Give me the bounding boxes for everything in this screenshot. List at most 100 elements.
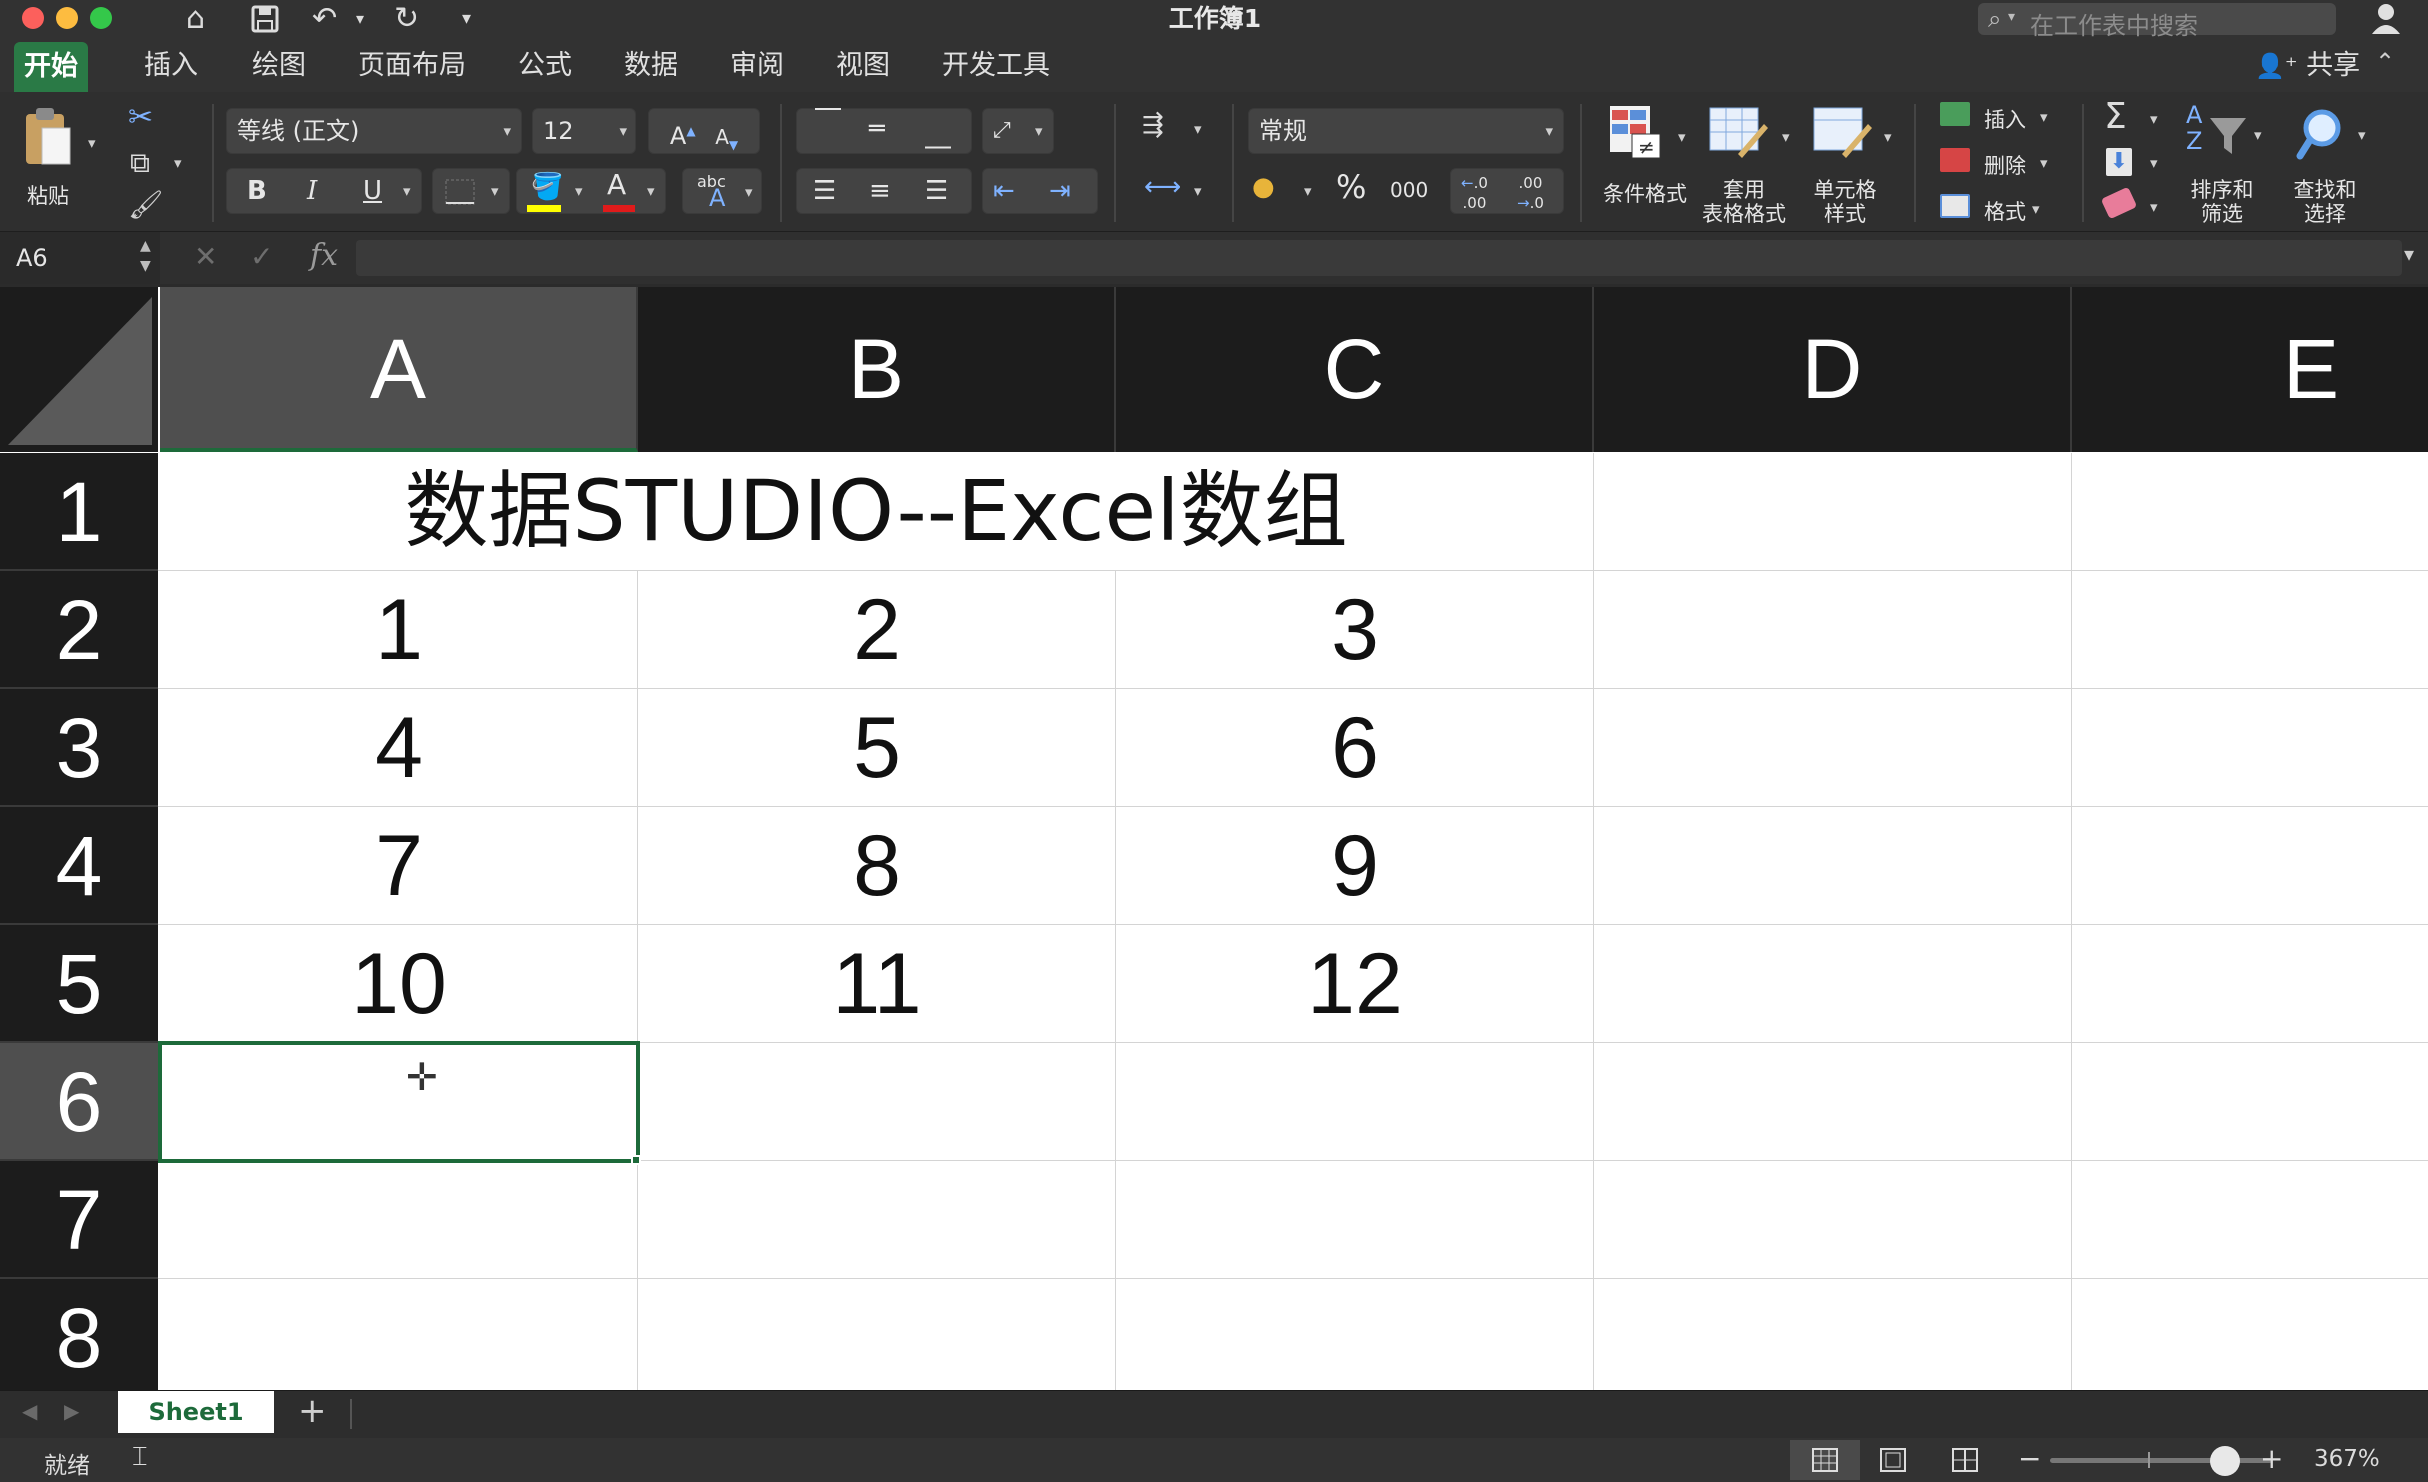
increase-decimal-icon[interactable]: ←.0.00 <box>1461 173 1488 213</box>
accounting-format-button[interactable]: ● ▾ <box>1250 172 1320 216</box>
merge-center-button[interactable]: ⟷ ▾ <box>1142 172 1212 212</box>
align-right-icon[interactable]: ☰ <box>925 169 948 213</box>
cell-a1-merged-title[interactable]: 数据STUDIO--Excel数组 <box>160 453 1592 570</box>
cell-a5[interactable]: 10 <box>160 925 638 1043</box>
column-header-d[interactable]: D <box>1594 287 2072 452</box>
sheet-search-field[interactable]: ⌕ ▾ 在工作表中搜索 <box>1978 3 2336 40</box>
comma-style-button[interactable]: 000 <box>1390 178 1428 202</box>
column-header-c[interactable]: C <box>1116 287 1594 452</box>
autosum-dropdown-icon[interactable]: ▾ <box>2150 110 2158 128</box>
align-center-icon[interactable]: ≡ <box>869 169 891 213</box>
tab-developer[interactable]: 开发工具 <box>932 46 1060 86</box>
row-header-1[interactable]: 1 <box>0 453 158 571</box>
cell-a3[interactable]: 4 <box>160 689 638 807</box>
phonetic-button[interactable]: abc A ▾ <box>682 168 762 214</box>
cell-c2[interactable]: 3 <box>1116 571 1594 689</box>
underline-button[interactable]: U <box>363 169 382 213</box>
percent-button[interactable]: % <box>1336 168 1366 206</box>
decrease-indent-icon[interactable]: ⇤ <box>993 169 1015 213</box>
undo-icon[interactable]: ↶ <box>312 2 337 36</box>
column-header-a[interactable]: A <box>160 287 638 452</box>
expand-formula-icon[interactable]: ▾ <box>2404 242 2414 266</box>
sort-filter-button[interactable]: AZ ▾ 排序和 筛选 <box>2180 102 2276 226</box>
autosum-icon[interactable]: Σ <box>2104 96 2127 137</box>
row-header-5[interactable]: 5 <box>0 925 158 1043</box>
cell-b4[interactable]: 8 <box>638 807 1116 925</box>
tab-formulas[interactable]: 公式 <box>508 46 582 86</box>
name-box-stepper-icon[interactable]: ▲ ▼ <box>140 236 151 276</box>
account-icon[interactable] <box>2368 0 2408 38</box>
next-sheet-icon[interactable]: ▶ <box>64 1399 79 1423</box>
insert-function-button[interactable]: fx <box>310 238 338 273</box>
font-color-dropdown-icon[interactable]: ▾ <box>647 169 655 213</box>
decrease-font-icon[interactable]: A▼ <box>715 125 738 152</box>
page-break-view-button[interactable] <box>1952 1448 1978 1476</box>
cell-styles-button[interactable]: ▾ 单元格 样式 <box>1804 104 1904 226</box>
close-window-button[interactable] <box>22 7 44 29</box>
row-header-2[interactable]: 2 <box>0 571 158 689</box>
increase-font-icon[interactable]: A▲ <box>670 122 696 150</box>
customize-toolbar-icon[interactable]: ▾ <box>462 2 471 36</box>
home-icon[interactable]: ⌂ <box>186 2 205 36</box>
formula-input[interactable] <box>356 240 2402 276</box>
font-color-icon[interactable]: A <box>607 163 626 207</box>
sheet-tab-sheet1[interactable]: Sheet1 <box>118 1391 274 1433</box>
find-select-button[interactable]: ▾ 查找和 选择 <box>2282 104 2378 226</box>
save-icon[interactable] <box>250 2 282 36</box>
copy-dropdown-icon[interactable]: ▾ <box>174 154 182 172</box>
align-top-icon[interactable]: ⎺ <box>815 99 841 143</box>
align-middle-icon[interactable]: ═ <box>869 107 885 151</box>
zoom-level[interactable]: 367% <box>2314 1446 2380 1472</box>
cell-a4[interactable]: 7 <box>160 807 638 925</box>
paste-dropdown-icon[interactable]: ▾ <box>88 134 96 152</box>
align-left-icon[interactable]: ☰ <box>813 169 836 213</box>
italic-button[interactable]: I <box>307 169 317 213</box>
increase-indent-icon[interactable]: ⇥ <box>1049 169 1071 213</box>
align-bottom-icon[interactable]: ⎽ <box>925 113 951 157</box>
cell-b2[interactable]: 2 <box>638 571 1116 689</box>
select-all-corner[interactable] <box>0 287 158 452</box>
orientation-button[interactable]: ⤢ ▾ <box>982 108 1054 154</box>
zoom-in-button[interactable]: + <box>2260 1442 2283 1475</box>
row-header-8[interactable]: 8 <box>0 1279 158 1390</box>
font-size-select[interactable]: 12 ▾ <box>532 108 636 154</box>
cell-a2[interactable]: 1 <box>160 571 638 689</box>
clear-dropdown-icon[interactable]: ▾ <box>2150 198 2158 216</box>
row-header-6[interactable]: 6 <box>0 1043 158 1161</box>
column-header-b[interactable]: B <box>638 287 1116 452</box>
cell-c5[interactable]: 12 <box>1116 925 1594 1043</box>
zoom-slider-thumb[interactable] <box>2210 1446 2240 1476</box>
borders-button[interactable]: ▾ <box>432 168 510 214</box>
cell-b3[interactable]: 5 <box>638 689 1116 807</box>
underline-dropdown-icon[interactable]: ▾ <box>403 169 411 213</box>
cancel-edit-icon[interactable]: ✕ <box>194 240 217 273</box>
cell-c3[interactable]: 6 <box>1116 689 1594 807</box>
normal-view-button[interactable] <box>1790 1440 1860 1480</box>
page-layout-view-button[interactable] <box>1880 1448 1906 1476</box>
number-format-select[interactable]: 常规 ▾ <box>1248 108 1564 154</box>
delete-cells-button[interactable]: 删除 ▾ <box>1940 148 2056 184</box>
copy-icon[interactable]: ⧉ <box>130 146 150 180</box>
format-as-table-button[interactable]: ▾ 套用 表格格式 <box>1700 104 1800 226</box>
fill-dropdown-icon[interactable]: ▾ <box>575 169 583 213</box>
add-sheet-button[interactable]: + <box>298 1391 327 1431</box>
collapse-ribbon-icon[interactable]: ⌃ <box>2375 48 2395 76</box>
undo-dropdown-icon[interactable]: ▾ <box>356 2 364 36</box>
prev-sheet-icon[interactable]: ◀ <box>22 1399 37 1423</box>
name-box[interactable]: A6 <box>0 232 160 284</box>
fill-down-icon[interactable]: ⬇ <box>2106 148 2132 176</box>
tab-page-layout[interactable]: 页面布局 <box>348 46 476 86</box>
fill-handle[interactable] <box>631 1155 641 1165</box>
conditional-format-button[interactable]: ≠ ▾ 条件格式 <box>1596 104 1692 224</box>
row-header-4[interactable]: 4 <box>0 807 158 925</box>
cut-icon[interactable]: ✂ <box>128 100 153 135</box>
wrap-text-button[interactable]: ⇶ ▾ <box>1142 110 1212 150</box>
font-name-select[interactable]: 等线 (正文) ▾ <box>226 108 522 154</box>
cell-c4[interactable]: 9 <box>1116 807 1594 925</box>
paste-button[interactable]: ▾ 粘贴 <box>18 104 102 214</box>
row-header-7[interactable]: 7 <box>0 1161 158 1279</box>
tab-insert[interactable]: 插入 <box>134 46 208 86</box>
bold-button[interactable]: B <box>247 169 267 213</box>
tab-draw[interactable]: 绘图 <box>242 46 316 86</box>
tab-view[interactable]: 视图 <box>826 46 900 86</box>
